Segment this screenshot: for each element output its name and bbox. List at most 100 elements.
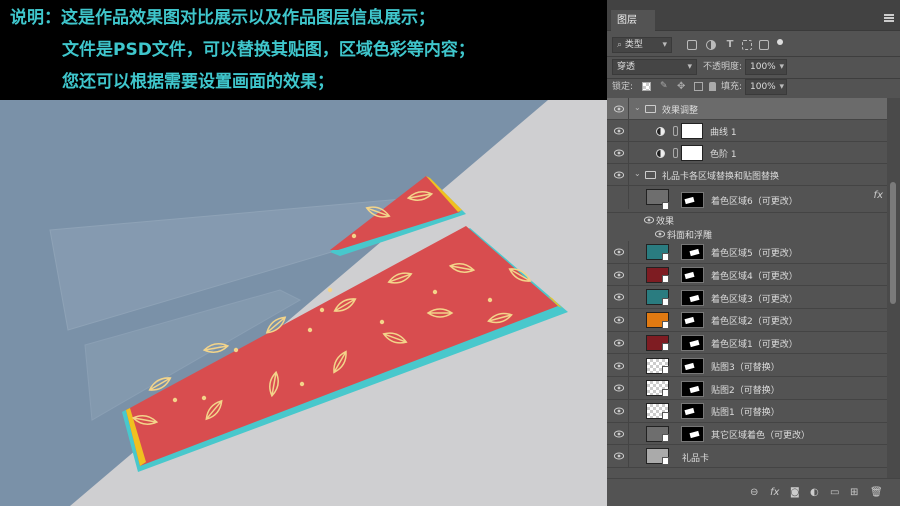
link-icon[interactable]: ⊖ [750,487,758,499]
visibility-toggle[interactable] [607,445,629,469]
tab-layers[interactable]: 图层 [611,10,655,31]
layer-row[interactable]: ⌄ 礼品卡各区域替换和贴图替换 [607,164,887,187]
layer-row[interactable]: 斜面和浮雕 [607,227,887,241]
layer-name: 曲线 1 [710,128,737,138]
layer-mask-thumbnail[interactable] [681,335,704,352]
chevron-down-icon[interactable]: ⌄ [634,103,641,112]
new-layer-icon[interactable]: ⊞ [850,487,858,499]
visibility-toggle[interactable] [607,399,629,423]
lock-artboard-icon[interactable] [694,82,703,91]
filter-toggle-icon[interactable] [777,39,783,45]
layer-row[interactable]: 效果 [607,213,887,227]
lock-transparent-icon[interactable] [642,82,651,91]
visibility-toggle[interactable] [607,98,629,121]
layer-mask-thumbnail[interactable] [681,123,703,139]
layers-panel: 图层 ⌕ 类型 ▾ T 穿透 ▾ 不透明度: 100% ▾ 锁定: ✎ ✥ 填充: 1… [607,0,900,506]
layer-row[interactable]: ⌄ 效果调整 [607,98,887,121]
smart-object-badge-icon [662,456,669,465]
chain-link-icon[interactable] [673,148,678,158]
smart-object-badge-icon [662,275,669,284]
smart-object-badge-icon [662,202,669,210]
smart-object-badge-icon [662,388,669,397]
layer-row[interactable]: 礼品卡 [607,445,887,469]
layer-row[interactable]: 着色区域2（可更改） [607,309,887,333]
visibility-toggle[interactable] [607,309,629,333]
layer-row[interactable]: 贴图2（可替换） [607,377,887,401]
fx-badge-icon[interactable]: fx [874,190,883,201]
filter-pixel-icon[interactable] [687,40,697,50]
chain-link-icon[interactable] [673,126,678,136]
layer-name: 着色区域4（可更改） [711,272,798,283]
visibility-toggle[interactable] [607,186,629,209]
visibility-toggle[interactable] [607,286,629,310]
layer-mask-thumbnail[interactable] [681,289,704,306]
layer-name: 色阶 1 [710,150,737,160]
dot-shape [487,297,493,303]
layer-mask-thumbnail[interactable] [681,425,704,442]
layer-mask-thumbnail[interactable] [681,380,704,397]
adjustment-icon[interactable]: ◐ [810,487,819,499]
eye-icon [613,384,625,392]
layers-scrollbar[interactable] [887,98,900,478]
dot-shape [379,319,385,325]
layer-row[interactable]: 着色区域4（可更改） [607,263,887,287]
scrollbar-thumb[interactable] [890,182,896,304]
layer-name: 着色区域1（可更改） [711,340,798,351]
layer-row[interactable]: 着色区域1（可更改） [607,331,887,355]
panel-menu-icon[interactable] [884,14,894,22]
layer-row[interactable]: 着色区域5（可更改） [607,241,887,264]
visibility-toggle[interactable] [607,377,629,401]
trash-icon[interactable]: 🗑 [870,487,883,499]
layer-row[interactable]: 贴图3（可替换） [607,354,887,378]
search-icon: ⌕ [617,40,625,50]
layer-mask-thumbnail[interactable] [681,145,703,161]
layer-mask-thumbnail[interactable] [681,312,704,329]
layer-mask-thumbnail[interactable] [681,267,704,284]
layer-row[interactable]: 曲线 1 [607,120,887,143]
visibility-toggle[interactable] [607,331,629,355]
lock-image-icon[interactable]: ✎ [660,82,669,91]
filter-type-icon[interactable]: T [725,40,735,50]
visibility-toggle[interactable] [607,120,629,143]
visibility-toggle[interactable] [607,422,629,446]
layer-row[interactable]: 其它区域着色（可更改） [607,422,887,446]
visibility-toggle[interactable] [607,354,629,378]
visibility-toggle[interactable] [607,142,629,165]
eye-icon [613,452,625,460]
divider [607,56,900,57]
filter-smart-object-icon[interactable] [759,40,769,50]
folder-icon[interactable]: ▭ [830,487,839,499]
mask-icon[interactable]: ◙ [790,487,800,499]
fx-icon[interactable]: fx [770,487,779,499]
layer-mask-thumbnail[interactable] [681,357,704,374]
layer-mask-thumbnail[interactable] [681,244,704,261]
caption-block: 说明：这是作品效果图对比展示以及作品图层信息展示； 文件是PSD文件，可以替换其… [0,0,607,100]
filter-shape-icon[interactable] [742,40,752,50]
visibility-toggle[interactable] [607,241,629,264]
opacity-label: 不透明度: [703,62,743,72]
filter-adjustment-icon[interactable] [706,40,716,50]
chevron-down-icon[interactable]: ⌄ [634,169,641,178]
layer-name: 着色区域2（可更改） [711,317,798,328]
visibility-toggle[interactable] [607,263,629,287]
layer-row[interactable]: 着色区域3（可更改） [607,286,887,310]
smart-object-badge-icon [662,298,669,307]
eye-icon[interactable] [643,216,655,224]
filter-kind-select[interactable]: ⌕ 类型 ▾ [612,37,672,53]
layer-row[interactable]: 色阶 1 [607,142,887,165]
visibility-toggle[interactable] [607,164,629,187]
layer-row[interactable]: 着色区域6（可更改） fx [607,186,887,213]
dot-shape [233,347,239,353]
dot-shape [172,397,178,403]
fill-input[interactable]: 100% ▾ [745,79,787,95]
layer-mask-thumbnail[interactable] [681,403,704,420]
eye-icon[interactable] [654,230,666,238]
opacity-input[interactable]: 100% ▾ [745,59,787,75]
layer-mask-thumbnail[interactable] [681,191,704,208]
lock-position-icon[interactable]: ✥ [677,82,686,92]
blend-mode-select[interactable]: 穿透 ▾ [612,59,697,75]
fill-value: 100% [750,82,776,92]
layer-row[interactable]: 贴图1（可替换） [607,399,887,423]
lock-all-icon[interactable] [709,82,716,91]
lock-label: 锁定: [612,82,634,92]
